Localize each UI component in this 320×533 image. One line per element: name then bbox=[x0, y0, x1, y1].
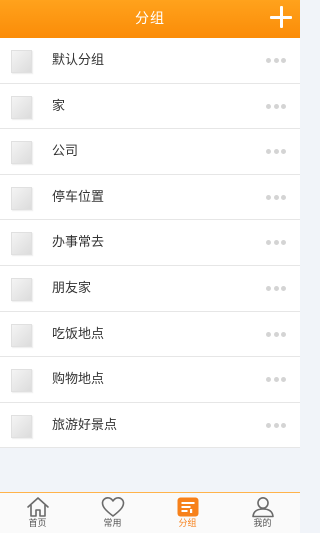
home-icon bbox=[26, 497, 49, 517]
tab-groups-label: 分组 bbox=[178, 519, 197, 529]
note-icon bbox=[11, 141, 32, 165]
note-icon bbox=[11, 95, 32, 119]
note-icon bbox=[11, 277, 32, 301]
group-label: 默认分组 bbox=[52, 53, 105, 68]
group-label: 购物地点 bbox=[52, 372, 105, 388]
list-item[interactable]: 吃饭地点 bbox=[0, 311, 300, 358]
list-item[interactable]: 默认分组 bbox=[0, 38, 300, 84]
group-label: 家 bbox=[52, 98, 66, 114]
list-item[interactable]: 停车位置 bbox=[0, 174, 300, 221]
note-icon bbox=[11, 414, 32, 438]
tab-profile-label: 我的 bbox=[253, 519, 272, 529]
group-label: 停车位置 bbox=[52, 189, 105, 205]
note-icon bbox=[11, 323, 32, 347]
more-icon[interactable] bbox=[266, 58, 286, 64]
user-icon bbox=[251, 497, 274, 518]
more-icon[interactable] bbox=[266, 377, 286, 383]
tab-home[interactable]: 首页 bbox=[0, 493, 75, 533]
more-icon[interactable] bbox=[266, 240, 286, 246]
group-label: 公司 bbox=[52, 144, 79, 160]
group-label: 办事常去 bbox=[52, 235, 105, 251]
tab-groups[interactable]: 分组 bbox=[150, 493, 225, 533]
heart-icon bbox=[101, 497, 124, 517]
tab-favorites-label: 常用 bbox=[103, 519, 122, 529]
more-icon[interactable] bbox=[266, 194, 286, 201]
group-label: 旅游好景点 bbox=[52, 417, 118, 433]
note-icon bbox=[11, 186, 32, 210]
list-item[interactable]: 旅游好景点 bbox=[0, 402, 300, 449]
add-group-button[interactable] bbox=[268, 4, 294, 30]
tab-favorites[interactable]: 常用 bbox=[75, 493, 150, 533]
more-icon[interactable] bbox=[266, 422, 286, 429]
more-icon[interactable] bbox=[266, 149, 286, 155]
group-label: 吃饭地点 bbox=[52, 326, 105, 342]
note-icon bbox=[11, 232, 32, 256]
note-icon bbox=[11, 50, 32, 73]
list-item[interactable]: 家 bbox=[0, 83, 300, 130]
group-label: 朋友家 bbox=[52, 280, 92, 296]
tab-profile[interactable]: 我的 bbox=[225, 493, 300, 533]
list-item[interactable]: 公司 bbox=[0, 129, 300, 175]
group-list-icon bbox=[177, 497, 198, 517]
page-title: 分组 bbox=[135, 11, 165, 27]
list-item[interactable]: 办事常去 bbox=[0, 220, 300, 266]
note-icon bbox=[11, 369, 32, 393]
more-icon[interactable] bbox=[266, 103, 286, 110]
more-icon[interactable] bbox=[266, 285, 286, 292]
top-bar: 分组 bbox=[0, 0, 300, 38]
group-list: 默认分组 家 公司 停车位置 办事常去 朋友家 吃饭地点 购物地点 旅游好景点 bbox=[0, 38, 300, 449]
list-item[interactable]: 购物地点 bbox=[0, 357, 300, 403]
tab-home-label: 首页 bbox=[28, 519, 47, 529]
more-icon[interactable] bbox=[266, 331, 286, 338]
list-item[interactable]: 朋友家 bbox=[0, 265, 300, 312]
bottom-tab-bar: 首页 常用 分组 我的 bbox=[0, 492, 300, 533]
